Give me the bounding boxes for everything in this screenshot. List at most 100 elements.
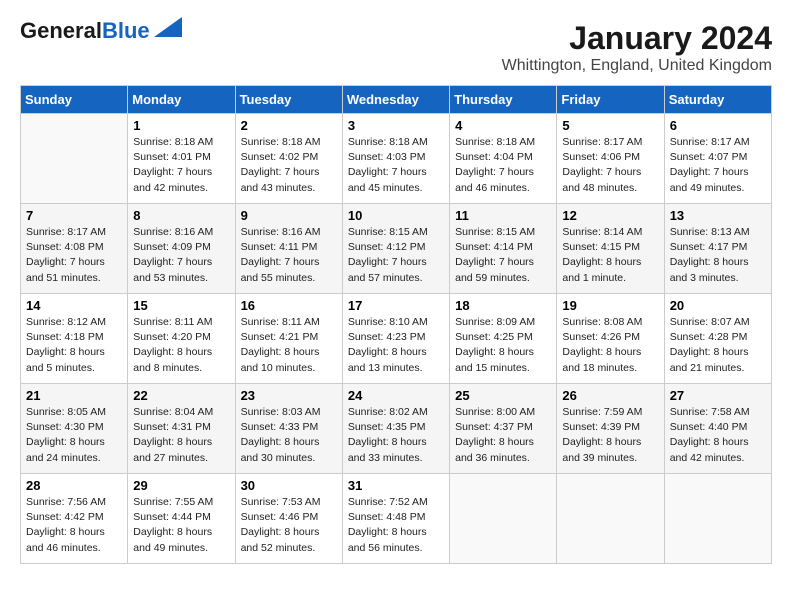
calendar-table: SundayMondayTuesdayWednesdayThursdayFrid…: [20, 85, 772, 564]
cell-info: Sunrise: 8:18 AMSunset: 4:02 PMDaylight:…: [241, 135, 337, 196]
calendar-cell: 17Sunrise: 8:10 AMSunset: 4:23 PMDayligh…: [342, 294, 449, 384]
calendar-cell: 24 Sunrise: 8:02 AMSunset: 4:35 PMDayligh…: [342, 384, 449, 474]
logo-text: GeneralBlue: [20, 20, 150, 42]
day-number: 2: [241, 118, 337, 133]
day-number: 29: [133, 478, 229, 493]
cell-info: Sunrise: 7:59 AMSunset: 4:39 PMDaylight:…: [562, 405, 658, 466]
calendar-cell: 18 Sunrise: 8:09 AMSunset: 4:25 PMDayligh…: [450, 294, 557, 384]
day-number: 28: [26, 478, 122, 493]
week-row-1: 1Sunrise: 8:18 AMSunset: 4:01 PMDaylight…: [21, 114, 772, 204]
day-number: 23: [241, 388, 337, 403]
logo: GeneralBlue: [20, 20, 182, 42]
day-number: 12: [562, 208, 658, 223]
day-number: 13: [670, 208, 766, 223]
day-number: 4: [455, 118, 551, 133]
calendar-cell: [557, 474, 664, 564]
calendar-cell: 30Sunrise: 7:53 AMSunset: 4:46 PMDayligh…: [235, 474, 342, 564]
calendar-cell: 21 Sunrise: 8:05 AMSunset: 4:30 PMDayligh…: [21, 384, 128, 474]
weekday-header-monday: Monday: [128, 86, 235, 114]
location: Whittington, England, United Kingdom: [502, 57, 772, 75]
day-number: 19: [562, 298, 658, 313]
day-number: 5: [562, 118, 658, 133]
cell-info: Sunrise: 8:18 AMSunset: 4:04 PMDaylight:…: [455, 135, 551, 196]
day-number: 6: [670, 118, 766, 133]
cell-info: Sunrise: 8:03 AMSunset: 4:33 PMDaylight:…: [241, 405, 337, 466]
title-block: January 2024 Whittington, England, Unite…: [502, 20, 772, 75]
day-number: 25: [455, 388, 551, 403]
calendar-cell: 31 Sunrise: 7:52 AMSunset: 4:48 PMDayligh…: [342, 474, 449, 564]
calendar-cell: 12Sunrise: 8:14 AMSunset: 4:15 PMDayligh…: [557, 204, 664, 294]
day-number: 10: [348, 208, 444, 223]
calendar-cell: 2 Sunrise: 8:18 AMSunset: 4:02 PMDaylight…: [235, 114, 342, 204]
cell-info: Sunrise: 8:15 AMSunset: 4:14 PMDaylight:…: [455, 225, 551, 286]
cell-info: Sunrise: 8:13 AMSunset: 4:17 PMDaylight:…: [670, 225, 766, 286]
weekday-header-thursday: Thursday: [450, 86, 557, 114]
calendar-cell: 22 Sunrise: 8:04 AMSunset: 4:31 PMDayligh…: [128, 384, 235, 474]
cell-info: Sunrise: 8:18 AMSunset: 4:03 PMDaylight:…: [348, 135, 444, 196]
cell-info: Sunrise: 8:16 AMSunset: 4:09 PMDaylight:…: [133, 225, 229, 286]
calendar-cell: 28 Sunrise: 7:56 AMSunset: 4:42 PMDayligh…: [21, 474, 128, 564]
day-number: 30: [241, 478, 337, 493]
week-row-4: 21 Sunrise: 8:05 AMSunset: 4:30 PMDayligh…: [21, 384, 772, 474]
cell-info: Sunrise: 8:17 AMSunset: 4:07 PMDaylight:…: [670, 135, 766, 196]
logo-blue: Blue: [102, 18, 150, 43]
calendar-cell: 11 Sunrise: 8:15 AMSunset: 4:14 PMDayligh…: [450, 204, 557, 294]
calendar-cell: 19 Sunrise: 8:08 AMSunset: 4:26 PMDayligh…: [557, 294, 664, 384]
calendar-cell: 29 Sunrise: 7:55 AMSunset: 4:44 PMDayligh…: [128, 474, 235, 564]
logo-general: General: [20, 18, 102, 43]
day-number: 11: [455, 208, 551, 223]
weekday-header-saturday: Saturday: [664, 86, 771, 114]
cell-info: Sunrise: 8:11 AMSunset: 4:21 PMDaylight:…: [241, 315, 337, 376]
calendar-cell: [21, 114, 128, 204]
week-row-3: 14Sunrise: 8:12 AMSunset: 4:18 PMDayligh…: [21, 294, 772, 384]
calendar-cell: 15 Sunrise: 8:11 AMSunset: 4:20 PMDayligh…: [128, 294, 235, 384]
calendar-cell: 5 Sunrise: 8:17 AMSunset: 4:06 PMDaylight…: [557, 114, 664, 204]
month-title: January 2024: [502, 20, 772, 57]
cell-info: Sunrise: 8:00 AMSunset: 4:37 PMDaylight:…: [455, 405, 551, 466]
cell-info: Sunrise: 7:52 AMSunset: 4:48 PMDaylight:…: [348, 495, 444, 556]
calendar-cell: 14Sunrise: 8:12 AMSunset: 4:18 PMDayligh…: [21, 294, 128, 384]
calendar-cell: 20Sunrise: 8:07 AMSunset: 4:28 PMDayligh…: [664, 294, 771, 384]
calendar-cell: 13 Sunrise: 8:13 AMSunset: 4:17 PMDayligh…: [664, 204, 771, 294]
calendar-cell: 4 Sunrise: 8:18 AMSunset: 4:04 PMDaylight…: [450, 114, 557, 204]
day-number: 15: [133, 298, 229, 313]
weekday-header-row: SundayMondayTuesdayWednesdayThursdayFrid…: [21, 86, 772, 114]
cell-info: Sunrise: 7:56 AMSunset: 4:42 PMDaylight:…: [26, 495, 122, 556]
cell-info: Sunrise: 7:55 AMSunset: 4:44 PMDaylight:…: [133, 495, 229, 556]
page-header: GeneralBlue January 2024 Whittington, En…: [20, 20, 772, 75]
day-number: 31: [348, 478, 444, 493]
calendar-cell: [664, 474, 771, 564]
calendar-cell: 25 Sunrise: 8:00 AMSunset: 4:37 PMDayligh…: [450, 384, 557, 474]
day-number: 9: [241, 208, 337, 223]
day-number: 7: [26, 208, 122, 223]
cell-info: Sunrise: 8:05 AMSunset: 4:30 PMDaylight:…: [26, 405, 122, 466]
day-number: 18: [455, 298, 551, 313]
weekday-header-friday: Friday: [557, 86, 664, 114]
cell-info: Sunrise: 8:11 AMSunset: 4:20 PMDaylight:…: [133, 315, 229, 376]
cell-info: Sunrise: 8:17 AMSunset: 4:06 PMDaylight:…: [562, 135, 658, 196]
day-number: 24: [348, 388, 444, 403]
calendar-cell: 16Sunrise: 8:11 AMSunset: 4:21 PMDayligh…: [235, 294, 342, 384]
cell-info: Sunrise: 8:12 AMSunset: 4:18 PMDaylight:…: [26, 315, 122, 376]
day-number: 22: [133, 388, 229, 403]
logo-icon: [154, 17, 182, 37]
day-number: 27: [670, 388, 766, 403]
cell-info: Sunrise: 8:10 AMSunset: 4:23 PMDaylight:…: [348, 315, 444, 376]
cell-info: Sunrise: 8:02 AMSunset: 4:35 PMDaylight:…: [348, 405, 444, 466]
calendar-cell: 27 Sunrise: 7:58 AMSunset: 4:40 PMDayligh…: [664, 384, 771, 474]
calendar-cell: 9Sunrise: 8:16 AMSunset: 4:11 PMDaylight…: [235, 204, 342, 294]
cell-info: Sunrise: 8:07 AMSunset: 4:28 PMDaylight:…: [670, 315, 766, 376]
weekday-header-wednesday: Wednesday: [342, 86, 449, 114]
day-number: 21: [26, 388, 122, 403]
calendar-cell: 8 Sunrise: 8:16 AMSunset: 4:09 PMDaylight…: [128, 204, 235, 294]
day-number: 8: [133, 208, 229, 223]
cell-info: Sunrise: 8:08 AMSunset: 4:26 PMDaylight:…: [562, 315, 658, 376]
calendar-cell: 3Sunrise: 8:18 AMSunset: 4:03 PMDaylight…: [342, 114, 449, 204]
cell-info: Sunrise: 7:58 AMSunset: 4:40 PMDaylight:…: [670, 405, 766, 466]
cell-info: Sunrise: 8:15 AMSunset: 4:12 PMDaylight:…: [348, 225, 444, 286]
cell-info: Sunrise: 8:04 AMSunset: 4:31 PMDaylight:…: [133, 405, 229, 466]
day-number: 26: [562, 388, 658, 403]
cell-info: Sunrise: 8:09 AMSunset: 4:25 PMDaylight:…: [455, 315, 551, 376]
cell-info: Sunrise: 8:17 AMSunset: 4:08 PMDaylight:…: [26, 225, 122, 286]
calendar-cell: 26 Sunrise: 7:59 AMSunset: 4:39 PMDayligh…: [557, 384, 664, 474]
